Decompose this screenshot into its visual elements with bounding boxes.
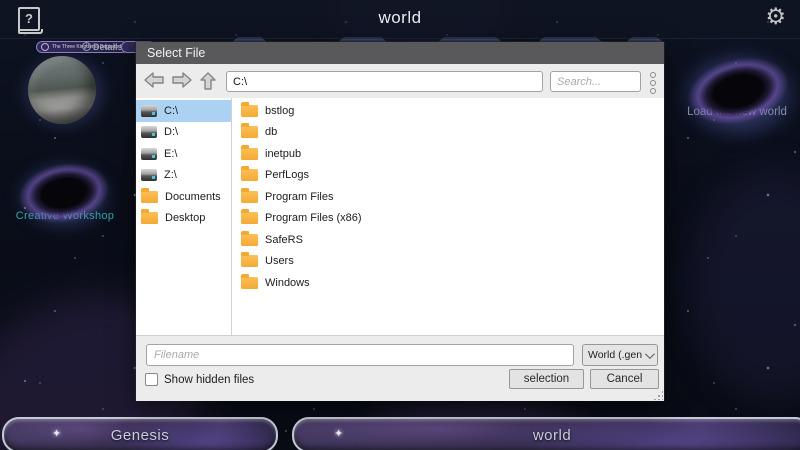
kebab-menu-icon[interactable] [650, 70, 658, 96]
creative-workshop-button[interactable]: Creative Workshop [0, 148, 130, 228]
dialog-body: C:\ D:\ E:\ Z:\ Documents [136, 98, 664, 335]
folder-icon [241, 169, 258, 181]
chevron-down-icon [645, 349, 655, 359]
dialog-toolbar [136, 64, 664, 99]
filename-input[interactable] [146, 344, 574, 366]
folder-icon [141, 191, 158, 203]
sidebar-item-documents[interactable]: Documents [136, 186, 231, 208]
folder-icon [141, 212, 158, 224]
file-row-safers[interactable]: SafeRS [233, 229, 664, 251]
gear-icon[interactable]: ⚙ [765, 4, 786, 30]
file-row-users[interactable]: Users [233, 251, 664, 273]
dialog-title: Select File [136, 42, 664, 64]
folder-icon [241, 234, 258, 246]
drive-icon [141, 169, 157, 181]
resize-grip[interactable] [653, 390, 663, 400]
game-screen: ? world ⚙ The Three Kingdoms Begin to Im… [0, 0, 800, 450]
sidebar-item-d-drive[interactable]: D:\ [136, 122, 231, 144]
file-row-program-files[interactable]: Program Files [233, 186, 664, 208]
dialog-footer: World (.gen Show hidden files selection … [136, 335, 664, 401]
select-file-dialog: Select File C:\ D [136, 42, 664, 400]
sparkle-icon: ✦ [52, 427, 61, 440]
search-input[interactable] [550, 71, 641, 92]
cancel-button[interactable]: Cancel [590, 369, 659, 389]
sparkle-icon: ✦ [334, 427, 343, 440]
file-row-bstlog[interactable]: bstlog [233, 100, 664, 122]
top-bar: ? world ⚙ [0, 0, 800, 39]
places-sidebar: C:\ D:\ E:\ Z:\ Documents [136, 98, 232, 335]
world-preview-image[interactable] [28, 56, 96, 124]
address-input[interactable] [226, 71, 543, 92]
forward-arrow-icon[interactable] [171, 71, 195, 91]
load-new-world-button[interactable]: Load the new world [662, 36, 800, 126]
nebula-blob [690, 170, 800, 400]
file-row-inetpub[interactable]: inetpub [233, 143, 664, 165]
show-hidden-checkbox[interactable] [145, 373, 158, 386]
sidebar-item-e-drive[interactable]: E:\ [136, 143, 231, 165]
genesis-button-label: Genesis [111, 427, 170, 444]
sidebar-item-c-drive[interactable]: C:\ [136, 100, 231, 122]
drive-icon [141, 105, 157, 117]
world-button[interactable]: ✦ world [292, 417, 800, 450]
drive-icon [141, 148, 157, 160]
folder-icon [241, 255, 258, 267]
folder-icon [241, 191, 258, 203]
folder-icon [241, 105, 258, 117]
page-title: world [0, 8, 800, 28]
folder-icon [241, 277, 258, 289]
selection-button[interactable]: selection [509, 369, 584, 389]
folder-icon [241, 126, 258, 138]
file-type-value: World (.gen [588, 349, 642, 361]
file-row-db[interactable]: db [233, 122, 664, 144]
sidebar-item-desktop[interactable]: Desktop [136, 208, 231, 230]
file-row-perflogs[interactable]: PerfLogs [233, 165, 664, 187]
up-arrow-icon[interactable] [199, 71, 223, 91]
genesis-button[interactable]: ✦ Genesis [2, 417, 278, 450]
file-list: bstlog db inetpub PerfLogs Program Files [233, 100, 664, 335]
folder-icon [241, 148, 258, 160]
show-hidden-label: Show hidden files [164, 374, 254, 386]
back-arrow-icon[interactable] [143, 71, 167, 91]
file-type-dropdown[interactable]: World (.gen [582, 344, 658, 366]
folder-icon [241, 212, 258, 224]
drive-icon [141, 126, 157, 138]
sidebar-item-z-drive[interactable]: Z:\ [136, 165, 231, 187]
file-row-windows[interactable]: Windows [233, 272, 664, 294]
world-button-label: world [533, 427, 571, 444]
file-row-program-files-x86[interactable]: Program Files (x86) [233, 208, 664, 230]
